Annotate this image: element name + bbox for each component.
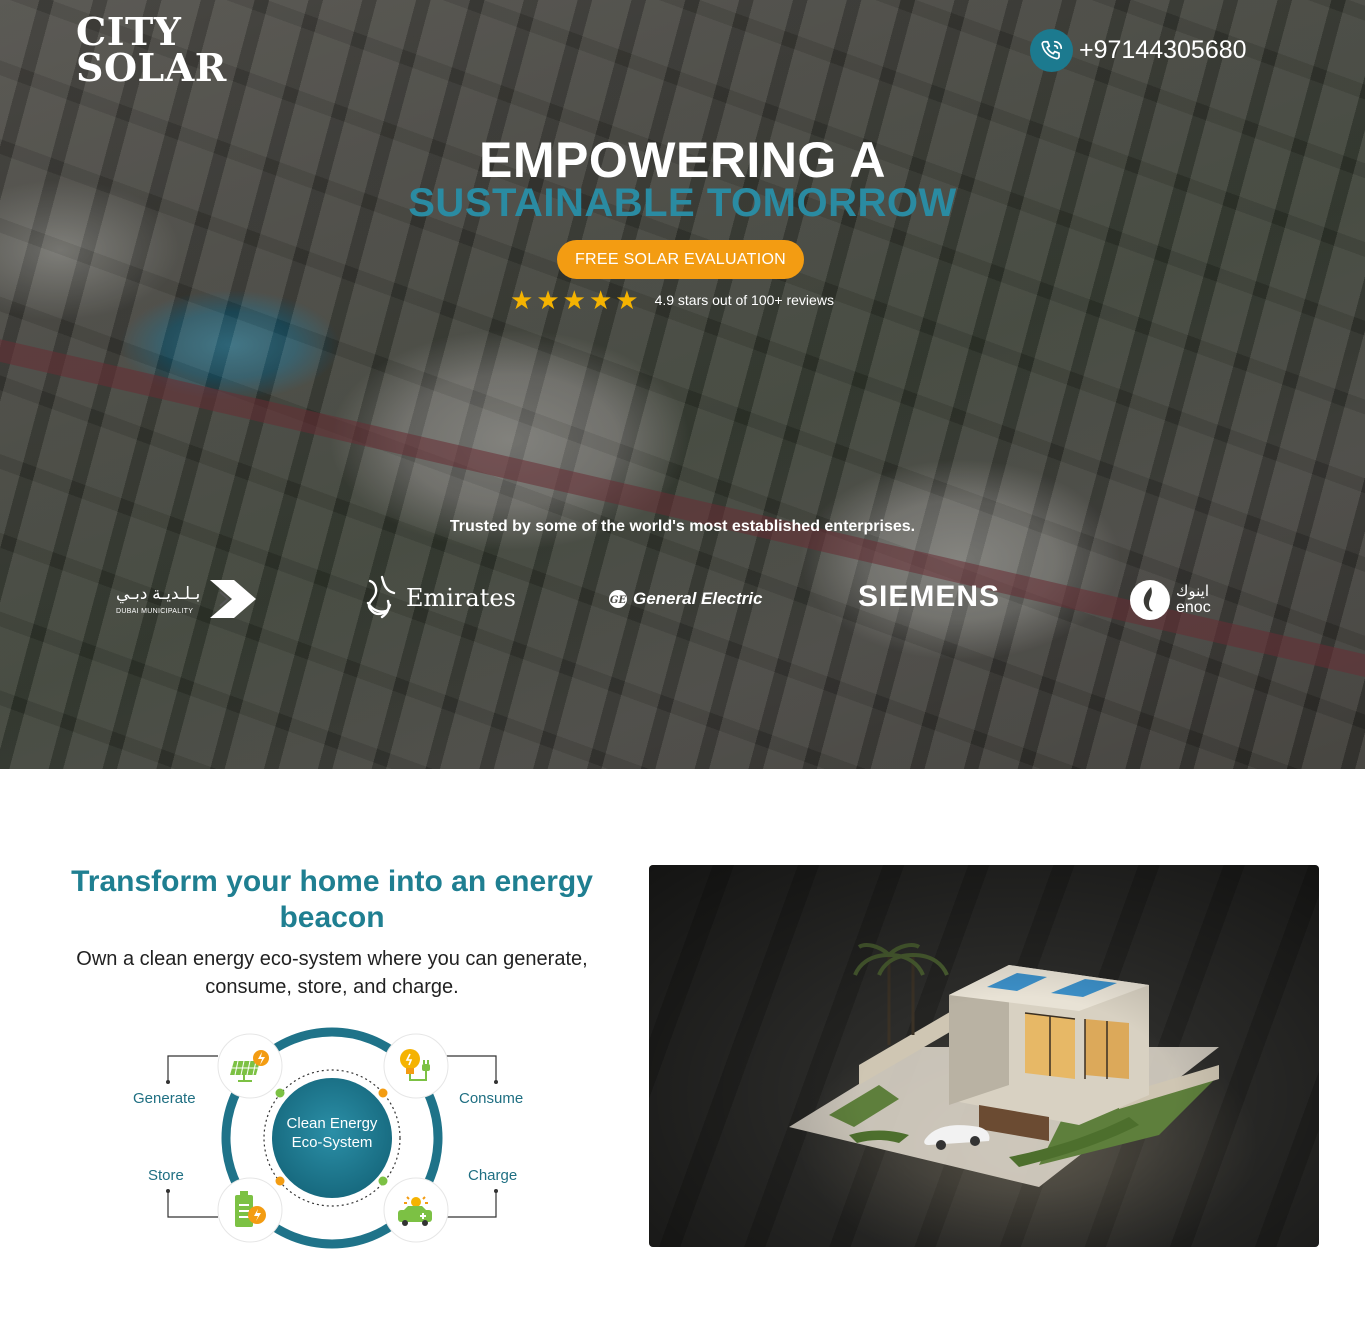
free-solar-evaluation-button[interactable]: FREE SOLAR EVALUATION [557, 240, 804, 279]
siemens-logo: SIEMENS [858, 580, 1001, 613]
enoc-logo: اينوك enoc [1130, 580, 1211, 620]
rating-text: 4.9 stars out of 100+ reviews [654, 292, 834, 308]
dubai-arrow-icon [210, 580, 257, 618]
ge-monogram-icon: GE [609, 590, 627, 608]
rating-stars: ★ ★ ★ ★ ★ [510, 287, 639, 313]
rating: ★ ★ ★ ★ ★ 4.9 stars out of 100+ reviews [510, 287, 834, 313]
city-solar-logo[interactable]: CITY SOLAR [76, 13, 227, 90]
enoc-english: enoc [1176, 599, 1211, 616]
car-charging-icon [398, 1196, 432, 1226]
star-icon: ★ [562, 285, 586, 315]
feature-description: Own a clean energy eco-system where you … [76, 948, 588, 998]
solar-panel-icon [230, 1050, 269, 1082]
emirates-calligraphy-icon [366, 575, 396, 619]
eco-center-label: Clean Energy Eco-System [286, 1115, 378, 1151]
emirates-wordmark: Emirates [406, 584, 516, 612]
phone-number: +97144305680 [1079, 36, 1247, 64]
star-icon: ★ [510, 285, 534, 315]
house-vignette [649, 865, 1319, 1247]
phone-icon [1030, 29, 1073, 72]
logo-line-2: SOLAR [76, 45, 227, 90]
enoc-flame-icon [1130, 580, 1170, 620]
general-electric-wordmark: General Electric [633, 589, 763, 608]
svg-text:GE: GE [610, 595, 627, 606]
general-electric-logo: GE General Electric [608, 589, 762, 609]
feature-title: Transform your home into an energy beaco… [71, 865, 593, 934]
dubai-municipality-arabic: بـلـديـة دبـي [116, 583, 201, 603]
dubai-municipality-logo: بـلـديـة دبـي DUBAI MUNICIPALITY [116, 578, 260, 620]
battery-icon [235, 1191, 266, 1227]
trusted-by-text: Trusted by some of the world's most esta… [449, 518, 916, 535]
enoc-arabic: اينوك [1176, 583, 1209, 600]
hero-section: CITY SOLAR +97144305680 EMPOWERING A SUS… [0, 0, 1365, 769]
hero-subtitle: SUSTAINABLE TOMORROW [408, 181, 957, 225]
house-illustration-image [649, 865, 1319, 1247]
hero-overlay [0, 0, 1365, 769]
bulb-plug-icon [400, 1049, 430, 1081]
emirates-logo: Emirates [362, 573, 516, 623]
dubai-municipality-english: DUBAI MUNICIPALITY [116, 607, 194, 615]
eco-label-store: Store [148, 1167, 184, 1184]
eco-label-charge: Charge [468, 1167, 518, 1184]
phone-link[interactable]: +97144305680 [1030, 29, 1247, 72]
eco-label-generate: Generate [133, 1090, 196, 1107]
star-icon: ★ [536, 285, 560, 315]
star-icon: ★ [588, 285, 613, 315]
eco-label-consume: Consume [459, 1090, 524, 1107]
eco-system-diagram: Generate Consume Store Charge Clean Ener… [120, 1020, 550, 1260]
star-icon: ★ [615, 285, 639, 315]
